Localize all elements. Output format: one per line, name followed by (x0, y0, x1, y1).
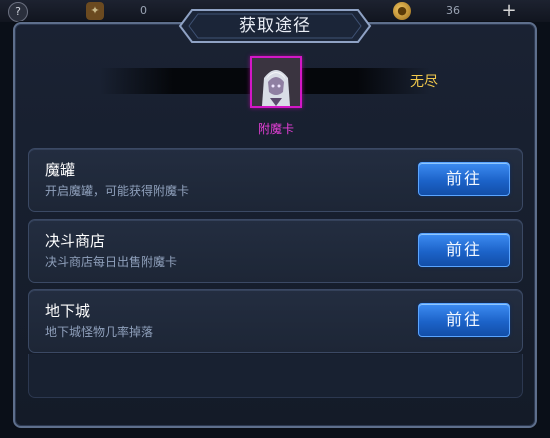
dialog-title-plate: 获取途径 (178, 8, 372, 44)
source-title: 魔罐 (45, 161, 76, 179)
source-row-duel-shop: 决斗商店 决斗商店每日出售附魔卡 前往 (28, 219, 523, 283)
character-icon: ✦ (86, 2, 104, 20)
source-title: 决斗商店 (45, 232, 106, 250)
item-name: 附魔卡 (257, 122, 294, 136)
source-title: 地下城 (45, 302, 91, 320)
list-bottom-area (28, 354, 523, 398)
item-quantity: 无尽 (410, 74, 438, 90)
resource-count-right: 36 (446, 4, 460, 17)
help-icon[interactable]: ? (8, 2, 28, 22)
go-button-magic-jar[interactable]: 前往 (418, 162, 510, 196)
dialog-title: 获取途径 (239, 16, 311, 36)
resource-count-left: 0 (140, 4, 147, 17)
source-description: 地下城怪物几率掉落 (45, 325, 154, 339)
coin-icon: ● (393, 2, 411, 20)
source-row-dungeon: 地下城 地下城怪物几率掉落 前往 (28, 289, 523, 353)
enchant-card-portrait-icon (252, 58, 300, 106)
go-button-duel-shop[interactable]: 前往 (418, 233, 510, 267)
source-description: 决斗商店每日出售附魔卡 (45, 255, 178, 269)
source-description: 开启魔罐，可能获得附魔卡 (45, 184, 190, 198)
item-icon-frame[interactable] (250, 56, 302, 108)
source-row-magic-jar: 魔罐 开启魔罐，可能获得附魔卡 前往 (28, 148, 523, 212)
go-button-dungeon[interactable]: 前往 (418, 303, 510, 337)
plus-icon[interactable]: + (500, 2, 518, 20)
